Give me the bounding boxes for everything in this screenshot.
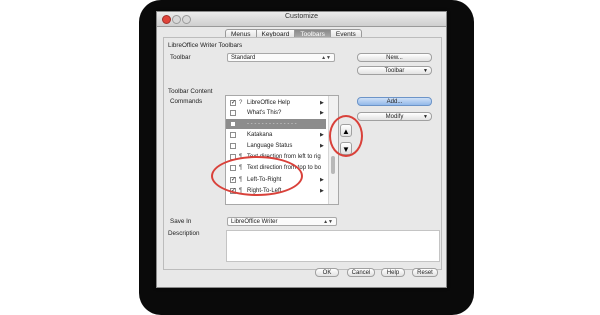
- toolbar-menu-button[interactable]: Toolbar ▼: [357, 66, 432, 75]
- help-icon: ?: [239, 100, 243, 106]
- submenu-arrow-icon: ▶: [320, 110, 324, 116]
- cancel-button[interactable]: Cancel: [347, 268, 375, 277]
- checkbox-unchecked[interactable]: [230, 143, 236, 149]
- submenu-arrow-icon: ▶: [320, 100, 324, 106]
- toolbar-select[interactable]: Standard ▲▼: [227, 53, 335, 62]
- list-item[interactable]: What's This? ▶: [226, 108, 326, 118]
- submenu-arrow-icon: ▶: [320, 143, 324, 149]
- list-item-label: Katakana: [247, 132, 273, 138]
- content-title: Toolbar Content: [168, 88, 213, 95]
- list-item[interactable]: Language Status ▶: [226, 141, 326, 151]
- customize-dialog: Customize Menus Keyboard Toolbars Events…: [156, 11, 447, 288]
- submenu-arrow-icon: ▶: [320, 132, 324, 138]
- description-label: Description: [168, 230, 200, 237]
- save-in-select[interactable]: LibreOffice Writer ▲▼: [227, 217, 337, 226]
- toolbar-select-value: Standard: [231, 55, 256, 61]
- list-item-label: LibreOffice Help: [247, 100, 290, 106]
- save-in-label: Save In: [170, 218, 192, 225]
- checkbox-checked[interactable]: ✓: [230, 100, 236, 106]
- submenu-arrow-icon: ▶: [320, 188, 324, 194]
- list-item-label: What's This?: [247, 110, 282, 116]
- ok-button[interactable]: OK: [315, 268, 339, 277]
- help-button[interactable]: Help: [381, 268, 405, 277]
- dropdown-arrow-icon: ▼: [423, 114, 428, 120]
- commands-label: Commands: [170, 98, 203, 105]
- modify-button[interactable]: Modify ▼: [357, 112, 432, 121]
- new-toolbar-button[interactable]: New...: [357, 53, 432, 62]
- list-item-label: Language Status: [247, 143, 293, 149]
- annotation-circle-commands: [211, 156, 303, 196]
- title-bar: Customize: [157, 12, 446, 27]
- reset-button[interactable]: Reset: [412, 268, 438, 277]
- scrollbar-thumb[interactable]: [331, 156, 335, 174]
- separator-row[interactable]: - - - - - - - - - - - - - -: [226, 119, 326, 129]
- annotation-circle-arrows: [329, 115, 363, 157]
- toolbar-menu-label: Toolbar: [384, 68, 405, 74]
- list-item[interactable]: ✓ ? LibreOffice Help ▶: [226, 98, 326, 108]
- checkbox-unchecked[interactable]: [230, 110, 236, 116]
- modify-label: Modify: [385, 114, 404, 120]
- save-in-value: LibreOffice Writer: [231, 219, 278, 225]
- select-arrows-icon: ▲▼: [321, 55, 331, 61]
- separator-line: - - - - - - - - - - - - - -: [247, 121, 297, 127]
- add-command-button[interactable]: Add...: [357, 97, 432, 106]
- dropdown-arrow-icon: ▼: [423, 68, 428, 74]
- toolbar-label: Toolbar: [170, 54, 191, 61]
- window-title: Customize: [284, 13, 319, 20]
- description-box: [226, 230, 440, 262]
- list-item[interactable]: Katakana ▶: [226, 130, 326, 140]
- select-arrows-icon: ▲▼: [323, 219, 333, 225]
- submenu-arrow-icon: ▶: [320, 177, 324, 183]
- section-title: LibreOffice Writer Toolbars: [168, 42, 243, 49]
- checkbox-unchecked[interactable]: [230, 121, 236, 127]
- checkbox-unchecked[interactable]: [230, 132, 236, 138]
